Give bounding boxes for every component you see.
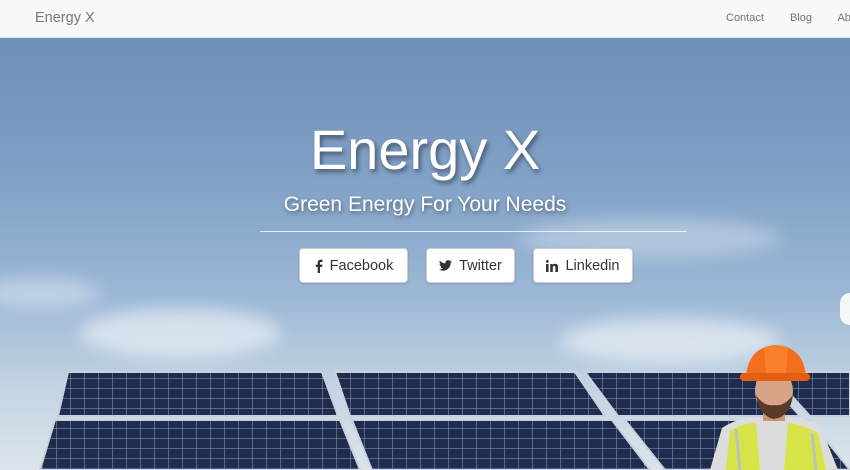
facebook-icon [315, 259, 323, 273]
right-edge-object [840, 293, 850, 325]
nav-links: Contact Blog About [726, 12, 850, 24]
hero-title: Energy X [309, 118, 541, 181]
hero-divider [260, 231, 687, 232]
linkedin-icon [546, 259, 559, 272]
cloud [0, 278, 100, 308]
facebook-button[interactable]: Facebook [299, 248, 408, 283]
nav-link-contact[interactable]: Contact [726, 12, 764, 24]
linkedin-button[interactable]: Linkedin [533, 248, 633, 283]
cloud [80, 308, 280, 358]
navbar: Energy X Contact Blog About [0, 0, 850, 38]
facebook-label: Facebook [329, 257, 394, 274]
twitter-icon [439, 260, 453, 271]
nav-link-blog[interactable]: Blog [790, 12, 812, 24]
twitter-button[interactable]: Twitter [426, 248, 515, 283]
hero-section: Energy X Green Energy For Your Needs Fac… [0, 38, 850, 470]
linkedin-label: Linkedin [565, 257, 620, 274]
hero-subtitle: Green Energy For Your Needs [283, 193, 567, 216]
brand-link[interactable]: Energy X [35, 10, 95, 26]
twitter-label: Twitter [459, 257, 502, 274]
worker-photo [710, 345, 838, 470]
nav-link-about[interactable]: About [837, 12, 850, 24]
